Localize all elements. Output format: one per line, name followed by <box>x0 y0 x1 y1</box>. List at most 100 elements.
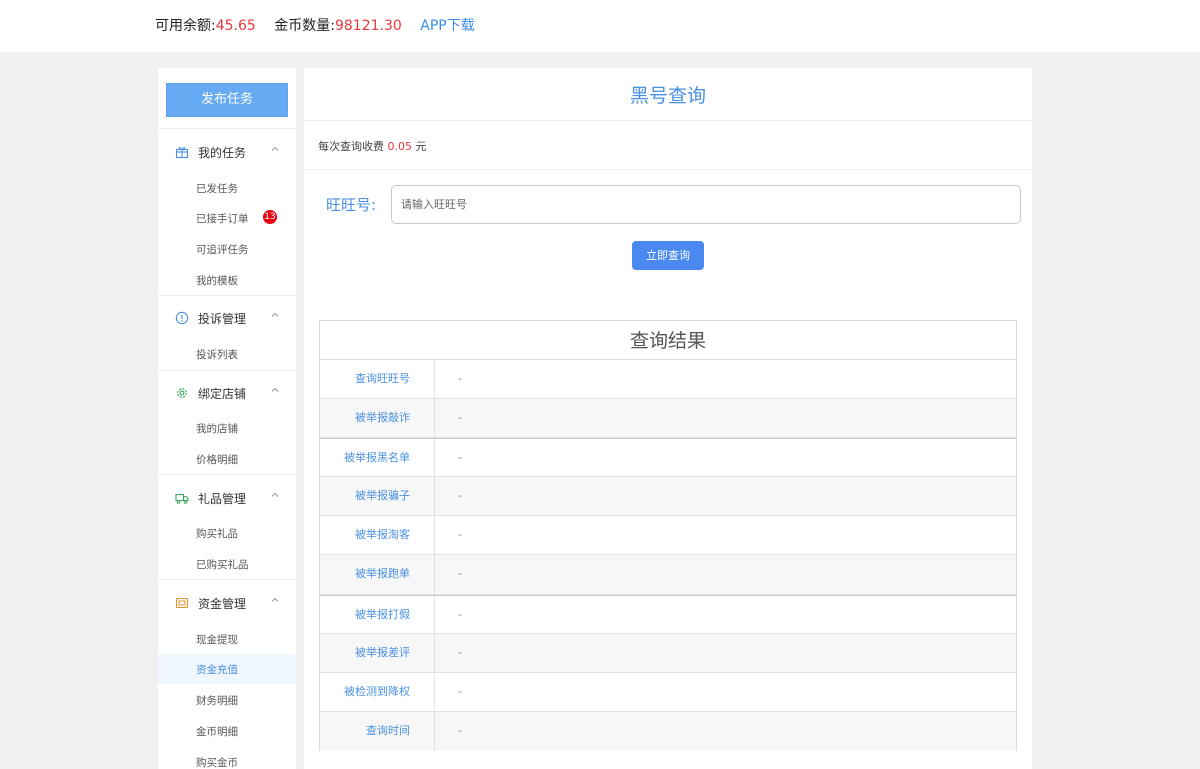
sidebar-item-financial-details[interactable]: 财务明细 <box>158 685 296 715</box>
result-value: - <box>458 451 462 465</box>
result-key: 被举报敲诈 <box>320 399 435 438</box>
result-table: 查询结果 查询旺旺号 - 被举报敲诈 - 被举报黑名单 - 被举报骗子 - 被举… <box>319 320 1017 751</box>
sidebar-item-label: 可追评任务 <box>196 244 249 256</box>
result-key: 被举报骗子 <box>320 477 435 516</box>
table-row: 被举报跑单 - <box>320 555 1016 595</box>
sidebar-item-accepted-orders[interactable]: 已接手订单 13 <box>158 203 296 233</box>
result-key: 查询旺旺号 <box>320 360 435 399</box>
fee-info: 每次查询收费 0.05 元 <box>318 138 427 154</box>
coins-value: 98121.30 <box>334 18 402 34</box>
sidebar-item-buy-coins[interactable]: 购买金币 <box>158 747 296 769</box>
notification-badge: 13 <box>263 210 277 224</box>
table-row: 被举报差评 - <box>320 633 1016 673</box>
sidebar-item-fund-recharge[interactable]: 资金充值 <box>158 654 296 684</box>
publish-task-button[interactable]: 发布任务 <box>166 83 288 117</box>
wangwang-label: 旺旺号: <box>326 196 377 214</box>
sidebar-item-label: 我的模板 <box>196 275 238 287</box>
sidebar-item-label: 投诉列表 <box>196 349 238 361</box>
table-row: 被举报黑名单 - <box>320 438 1016 478</box>
sidebar-group-complaints[interactable]: 投诉管理 <box>158 303 296 333</box>
balance-value: 45.65 <box>215 18 256 34</box>
gear-icon <box>177 388 187 398</box>
sidebar-item-complaint-list[interactable]: 投诉列表 <box>158 339 296 369</box>
result-key: 被举报跑单 <box>320 555 435 594</box>
fee-unit: 元 <box>415 140 427 153</box>
result-value: - <box>458 489 462 503</box>
sidebar-item-label: 资金充值 <box>196 664 238 676</box>
sidebar-group-funds[interactable]: 资金管理 <box>158 588 296 618</box>
wangwang-input[interactable] <box>391 185 1021 224</box>
sidebar-divider <box>158 370 296 371</box>
wallet-icon <box>175 597 189 609</box>
result-key: 查询时间 <box>320 711 435 751</box>
sidebar-item-price-details[interactable]: 价格明细 <box>158 444 296 474</box>
sidebar-group-my-tasks[interactable]: 我的任务 <box>158 137 296 167</box>
chevron-up-icon <box>271 492 279 497</box>
sidebar-item-label: 金币明细 <box>196 726 238 738</box>
result-key: 被举报打假 <box>320 595 435 633</box>
main-panel: 黑号查询 每次查询收费 0.05 元 旺旺号: 立即查询 查询结果 查询旺旺号 … <box>304 68 1032 769</box>
sidebar-divider <box>158 295 296 296</box>
result-key: 被举报差评 <box>320 633 435 672</box>
sidebar-item-label: 已发任务 <box>196 183 238 195</box>
sidebar-item-coin-details[interactable]: 金币明细 <box>158 716 296 746</box>
result-value: - <box>458 645 462 659</box>
fee-prefix: 每次查询收费 <box>318 140 384 153</box>
result-value: - <box>458 723 462 737</box>
result-value: - <box>458 684 462 698</box>
sidebar-item-label: 现金提现 <box>196 634 238 646</box>
result-value: - <box>458 528 462 542</box>
account-stats: 可用余额:45.65 金币数量:98121.30 APP下载 <box>155 16 475 36</box>
page-title: 黑号查询 <box>304 68 1032 121</box>
sidebar-item-label: 我的店铺 <box>196 423 238 435</box>
sidebar-item-followup-reviews[interactable]: 可追评任务 <box>158 234 296 264</box>
chevron-up-icon <box>271 597 279 602</box>
sidebar-item-my-templates[interactable]: 我的模板 <box>158 265 296 295</box>
result-key: 被检测到降权 <box>320 672 435 711</box>
result-key: 被举报黑名单 <box>320 439 435 477</box>
sidebar-group-label: 绑定店铺 <box>198 387 247 401</box>
result-title: 查询结果 <box>320 321 1016 360</box>
chevron-up-icon <box>271 312 279 317</box>
sidebar-item-label: 已接手订单 <box>196 213 249 225</box>
sidebar: 发布任务 我的任务 已发任务 已接手订单 13 可追评任务 我的模板 投诉管理 投… <box>158 68 296 769</box>
table-row: 被举报骗子 - <box>320 477 1016 517</box>
truck-icon <box>175 493 189 504</box>
gift-icon <box>175 147 189 159</box>
sidebar-item-cash-withdraw[interactable]: 现金提现 <box>158 624 296 654</box>
sidebar-item-label: 购买礼品 <box>196 528 238 540</box>
sidebar-group-gifts[interactable]: 礼品管理 <box>158 483 296 513</box>
divider <box>304 169 1032 170</box>
chevron-up-icon <box>271 146 279 151</box>
sidebar-group-label: 投诉管理 <box>198 312 247 326</box>
fee-value: 0.05 <box>387 140 413 153</box>
sidebar-item-label: 已购买礼品 <box>196 559 249 571</box>
table-row: 被举报敲诈 - <box>320 399 1016 439</box>
app-download-link[interactable]: APP下载 <box>420 18 474 34</box>
sidebar-item-purchased-gifts[interactable]: 已购买礼品 <box>158 549 296 579</box>
table-row: 查询旺旺号 - <box>320 360 1016 400</box>
sidebar-divider <box>158 128 296 129</box>
sidebar-item-published-tasks[interactable]: 已发任务 <box>158 173 296 203</box>
sidebar-item-label: 财务明细 <box>196 695 238 707</box>
table-row: 被举报淘客 - <box>320 516 1016 556</box>
table-row: 被检测到降权 - <box>320 672 1016 712</box>
sidebar-divider <box>158 474 296 475</box>
sidebar-group-label: 礼品管理 <box>198 492 247 506</box>
table-row: 被举报打假 - <box>320 594 1016 634</box>
sidebar-group-label: 我的任务 <box>198 146 247 160</box>
sidebar-group-bind-shop[interactable]: 绑定店铺 <box>158 378 296 408</box>
sidebar-divider <box>158 579 296 580</box>
info-circle-icon <box>175 311 189 325</box>
sidebar-item-label: 购买金币 <box>196 757 238 769</box>
result-value: - <box>458 372 462 385</box>
result-value: - <box>458 607 462 621</box>
sidebar-item-buy-gifts[interactable]: 购买礼品 <box>158 518 296 548</box>
sidebar-group-label: 资金管理 <box>198 597 247 611</box>
chevron-up-icon <box>271 387 279 392</box>
query-now-button[interactable]: 立即查询 <box>632 241 704 270</box>
result-value: - <box>458 411 462 425</box>
result-key: 被举报淘客 <box>320 516 435 555</box>
sidebar-item-my-shops[interactable]: 我的店铺 <box>158 413 296 443</box>
table-row: 查询时间 - <box>320 711 1016 751</box>
